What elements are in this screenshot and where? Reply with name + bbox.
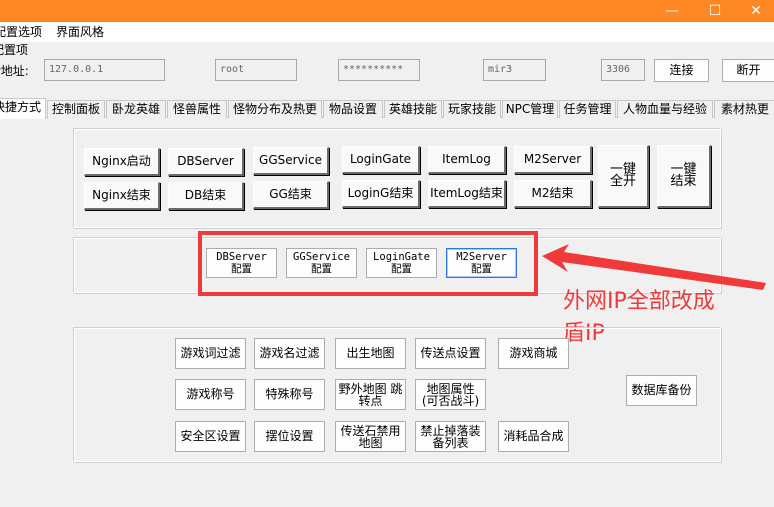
tab-hero-skills[interactable]: 英雄技能 xyxy=(384,100,442,118)
tab-control-panel[interactable]: 控制面板 xyxy=(47,100,105,118)
menu-bar: 配置选项 界面风格 xyxy=(0,22,774,42)
database-input[interactable]: mir3 xyxy=(483,59,546,81)
tab-player-skills[interactable]: 玩家技能 xyxy=(443,100,501,118)
username-input[interactable]: root xyxy=(215,59,297,81)
itemlog-button[interactable]: ItemLog xyxy=(428,146,506,174)
password-input[interactable]: ********** xyxy=(338,59,420,81)
tab-shortcuts[interactable]: 快捷方式 xyxy=(0,98,46,119)
word-filter-button[interactable]: 游戏词过滤 xyxy=(175,338,246,369)
ggservice-button[interactable]: GGService xyxy=(253,147,329,175)
stop-all-button[interactable]: 一键结束 xyxy=(657,145,711,208)
logingate-button[interactable]: LoginGate xyxy=(342,146,420,174)
itemlog-stop-button[interactable]: ItemLog结束 xyxy=(428,180,506,208)
game-title-button[interactable]: 游戏称号 xyxy=(175,379,246,410)
m2server-button[interactable]: M2Server xyxy=(514,146,592,174)
close-icon[interactable]: ✕ xyxy=(738,0,774,22)
dbserver-button[interactable]: DBServer xyxy=(168,148,244,176)
tab-npc-manage[interactable]: NPC管理 xyxy=(502,100,558,118)
config-section-label: 配置项 xyxy=(0,43,29,57)
start-all-button[interactable]: 一键全开 xyxy=(598,145,649,208)
login-stop-button[interactable]: LoginG结束 xyxy=(342,180,420,208)
disconnect-button[interactable]: 断开 xyxy=(722,59,774,82)
m2-stop-button[interactable]: M2结束 xyxy=(514,180,592,208)
title-bar: — ☐ ✕ xyxy=(0,0,774,22)
ip-input[interactable]: 127.0.0.1 xyxy=(44,59,165,81)
tab-monster-attr[interactable]: 怪兽属性 xyxy=(167,100,227,118)
port-input[interactable]: 3306 xyxy=(601,59,645,81)
tab-asset-hotupdate[interactable]: 素材热更 xyxy=(714,100,774,118)
tab-hp-exp[interactable]: 人物血量与经验 xyxy=(617,100,713,118)
name-filter-button[interactable]: 游戏名过滤 xyxy=(254,338,325,369)
stall-settings-button[interactable]: 摆位设置 xyxy=(254,421,325,452)
database-backup-button[interactable]: 数据库备份 xyxy=(626,375,697,406)
teleport-stone-ban-button[interactable]: 传送石禁用地图 xyxy=(335,421,406,452)
menu-ui-style[interactable]: 界面风格 xyxy=(56,24,104,40)
field-map-jump-button[interactable]: 野外地图 跳转点 xyxy=(335,379,406,410)
tab-quest-manage[interactable]: 任务管理 xyxy=(559,100,616,118)
highlight-box xyxy=(198,231,538,296)
map-attribute-button[interactable]: 地图属性(可否战斗) xyxy=(415,379,486,410)
gg-stop-button[interactable]: GG结束 xyxy=(253,181,329,209)
tab-wolong-hero[interactable]: 卧龙英雄 xyxy=(106,100,166,118)
tab-item-settings[interactable]: 物品设置 xyxy=(323,100,383,118)
special-title-button[interactable]: 特殊称号 xyxy=(254,379,325,410)
maximize-icon[interactable]: ☐ xyxy=(697,0,733,22)
nginx-start-button[interactable]: Nginx启动 xyxy=(84,148,160,176)
db-stop-button[interactable]: DB结束 xyxy=(168,182,244,210)
minimize-icon[interactable]: — xyxy=(654,0,690,22)
consumable-craft-button[interactable]: 消耗品合成 xyxy=(498,421,569,452)
ip-label: IP地址: xyxy=(0,64,29,78)
safe-zone-button[interactable]: 安全区设置 xyxy=(175,421,246,452)
drop-ban-list-button[interactable]: 禁止掉落装备列表 xyxy=(415,421,486,452)
menu-config-options[interactable]: 配置选项 xyxy=(0,24,42,40)
nginx-stop-button[interactable]: Nginx结束 xyxy=(84,182,160,210)
teleport-settings-button[interactable]: 传送点设置 xyxy=(415,338,486,369)
tab-monster-spawn[interactable]: 怪物分布及热更 xyxy=(228,100,322,118)
spawn-map-button[interactable]: 出生地图 xyxy=(335,338,406,369)
tab-strip: 快捷方式 控制面板 卧龙英雄 怪兽属性 怪物分布及热更 物品设置 英雄技能 玩家… xyxy=(0,98,774,119)
connect-button[interactable]: 连接 xyxy=(654,59,709,82)
game-shop-button[interactable]: 游戏商城 xyxy=(498,338,569,369)
annotation-line-1: 外网IP全部改成 xyxy=(563,289,715,314)
